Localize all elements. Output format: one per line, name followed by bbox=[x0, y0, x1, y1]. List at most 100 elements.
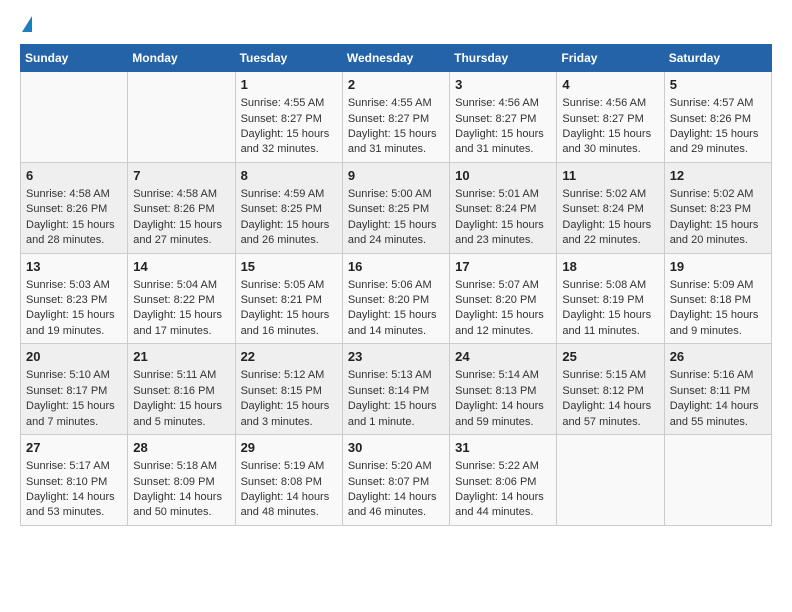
day-number: 29 bbox=[241, 439, 337, 457]
day-info-line: Sunrise: 5:06 AM bbox=[348, 278, 444, 293]
calendar-cell: 12Sunrise: 5:02 AMSunset: 8:23 PMDayligh… bbox=[664, 162, 771, 253]
day-info-line: Daylight: 15 hours and 5 minutes. bbox=[133, 399, 229, 430]
day-info-line: Daylight: 15 hours and 12 minutes. bbox=[455, 308, 551, 339]
calendar-cell: 18Sunrise: 5:08 AMSunset: 8:19 PMDayligh… bbox=[557, 253, 664, 344]
day-info-line: Sunset: 8:21 PM bbox=[241, 293, 337, 308]
day-number: 24 bbox=[455, 348, 551, 366]
day-info-line: Daylight: 15 hours and 30 minutes. bbox=[562, 127, 658, 158]
day-number: 15 bbox=[241, 258, 337, 276]
day-info-line: Sunrise: 5:11 AM bbox=[133, 368, 229, 383]
day-info-line: Daylight: 15 hours and 28 minutes. bbox=[26, 218, 122, 249]
day-header-friday: Friday bbox=[557, 45, 664, 72]
day-header-sunday: Sunday bbox=[21, 45, 128, 72]
day-info-line: Daylight: 15 hours and 7 minutes. bbox=[26, 399, 122, 430]
day-info-line: Daylight: 15 hours and 14 minutes. bbox=[348, 308, 444, 339]
day-info-line: Sunrise: 5:08 AM bbox=[562, 278, 658, 293]
calendar-cell: 21Sunrise: 5:11 AMSunset: 8:16 PMDayligh… bbox=[128, 344, 235, 435]
day-info-line: Sunset: 8:09 PM bbox=[133, 475, 229, 490]
day-info-line: Sunrise: 5:05 AM bbox=[241, 278, 337, 293]
day-info-line: Daylight: 15 hours and 3 minutes. bbox=[241, 399, 337, 430]
day-info-line: Sunrise: 5:07 AM bbox=[455, 278, 551, 293]
day-info-line: Daylight: 14 hours and 44 minutes. bbox=[455, 490, 551, 521]
day-info-line: Daylight: 15 hours and 11 minutes. bbox=[562, 308, 658, 339]
day-info-line: Daylight: 15 hours and 1 minute. bbox=[348, 399, 444, 430]
day-info-line: Sunset: 8:15 PM bbox=[241, 384, 337, 399]
calendar-cell: 27Sunrise: 5:17 AMSunset: 8:10 PMDayligh… bbox=[21, 435, 128, 526]
calendar-cell: 17Sunrise: 5:07 AMSunset: 8:20 PMDayligh… bbox=[450, 253, 557, 344]
day-number: 2 bbox=[348, 76, 444, 94]
day-number: 10 bbox=[455, 167, 551, 185]
day-number: 27 bbox=[26, 439, 122, 457]
day-number: 21 bbox=[133, 348, 229, 366]
day-info-line: Sunrise: 4:56 AM bbox=[562, 96, 658, 111]
calendar-cell: 24Sunrise: 5:14 AMSunset: 8:13 PMDayligh… bbox=[450, 344, 557, 435]
calendar-cell bbox=[21, 72, 128, 163]
day-info-line: Sunset: 8:10 PM bbox=[26, 475, 122, 490]
day-info-line: Daylight: 15 hours and 31 minutes. bbox=[455, 127, 551, 158]
day-info-line: Sunset: 8:18 PM bbox=[670, 293, 766, 308]
day-info-line: Sunrise: 5:15 AM bbox=[562, 368, 658, 383]
day-info-line: Sunset: 8:27 PM bbox=[348, 112, 444, 127]
days-of-week-row: SundayMondayTuesdayWednesdayThursdayFrid… bbox=[21, 45, 772, 72]
day-number: 20 bbox=[26, 348, 122, 366]
calendar-cell: 19Sunrise: 5:09 AMSunset: 8:18 PMDayligh… bbox=[664, 253, 771, 344]
calendar-cell: 31Sunrise: 5:22 AMSunset: 8:06 PMDayligh… bbox=[450, 435, 557, 526]
day-number: 30 bbox=[348, 439, 444, 457]
calendar-cell: 2Sunrise: 4:55 AMSunset: 8:27 PMDaylight… bbox=[342, 72, 449, 163]
day-info-line: Daylight: 15 hours and 29 minutes. bbox=[670, 127, 766, 158]
week-row-5: 27 Sunrise: 5:17 AMSunset: 8:10 PM Dayligh… bbox=[21, 435, 772, 526]
week-row-3: 13Sunrise: 5:03 AMSunset: 8:23 PMDayligh… bbox=[21, 253, 772, 344]
day-number: 12 bbox=[670, 167, 766, 185]
calendar-cell: 30Sunrise: 5:20 AMSunset: 8:07 PMDayligh… bbox=[342, 435, 449, 526]
day-info-line: Sunset: 8:25 PM bbox=[241, 202, 337, 217]
day-info-line: Sunset: 8:27 PM bbox=[562, 112, 658, 127]
day-info-line: Sunrise: 5:04 AM bbox=[133, 278, 229, 293]
calendar-cell: 23Sunrise: 5:13 AMSunset: 8:14 PMDayligh… bbox=[342, 344, 449, 435]
day-number: 16 bbox=[348, 258, 444, 276]
calendar-cell: 4Sunrise: 4:56 AMSunset: 8:27 PMDaylight… bbox=[557, 72, 664, 163]
calendar-cell: 14Sunrise: 5:04 AMSunset: 8:22 PMDayligh… bbox=[128, 253, 235, 344]
day-number: 14 bbox=[133, 258, 229, 276]
day-info-line: Daylight: 15 hours and 22 minutes. bbox=[562, 218, 658, 249]
day-info-line: Sunset: 8:27 PM bbox=[455, 112, 551, 127]
calendar-cell: 29Sunrise: 5:19 AMSunset: 8:08 PMDayligh… bbox=[235, 435, 342, 526]
day-info-line: Sunrise: 5:20 AM bbox=[348, 459, 444, 474]
day-info-line: Sunrise: 5:00 AM bbox=[348, 187, 444, 202]
day-number: 31 bbox=[455, 439, 551, 457]
day-info-line: Sunset: 8:25 PM bbox=[348, 202, 444, 217]
calendar-cell: 13Sunrise: 5:03 AMSunset: 8:23 PMDayligh… bbox=[21, 253, 128, 344]
day-info-line: Sunrise: 5:22 AM bbox=[455, 459, 551, 474]
day-number: 5 bbox=[670, 76, 766, 94]
calendar-cell: 16Sunrise: 5:06 AMSunset: 8:20 PMDayligh… bbox=[342, 253, 449, 344]
day-info-line: Daylight: 14 hours and 50 minutes. bbox=[133, 490, 229, 521]
day-info-line: Sunset: 8:20 PM bbox=[455, 293, 551, 308]
day-info-line: Sunrise: 5:17 AM bbox=[26, 459, 122, 474]
calendar-cell: 9 Sunrise: 5:00 AMSunset: 8:25 PMDaylight… bbox=[342, 162, 449, 253]
day-number: 28 bbox=[133, 439, 229, 457]
day-info-line: Sunset: 8:17 PM bbox=[26, 384, 122, 399]
day-info-line: Sunset: 8:12 PM bbox=[562, 384, 658, 399]
day-number: 19 bbox=[670, 258, 766, 276]
week-row-2: 6Sunrise: 4:58 AMSunset: 8:26 PMDaylight… bbox=[21, 162, 772, 253]
day-number: 9 bbox=[348, 167, 444, 185]
day-number: 26 bbox=[670, 348, 766, 366]
day-number: 6 bbox=[26, 167, 122, 185]
day-info-line: Sunrise: 5:01 AM bbox=[455, 187, 551, 202]
day-info-line: Daylight: 15 hours and 23 minutes. bbox=[455, 218, 551, 249]
day-info-line: Sunrise: 5:09 AM bbox=[670, 278, 766, 293]
day-header-tuesday: Tuesday bbox=[235, 45, 342, 72]
day-info-line: Sunrise: 4:58 AM bbox=[133, 187, 229, 202]
calendar-cell: 5Sunrise: 4:57 AMSunset: 8:26 PMDaylight… bbox=[664, 72, 771, 163]
calendar-cell: 20 Sunrise: 5:10 AMSunset: 8:17 PMDayligh… bbox=[21, 344, 128, 435]
day-info-line: Daylight: 15 hours and 24 minutes. bbox=[348, 218, 444, 249]
calendar-cell: 1Sunrise: 4:55 AMSunset: 8:27 PMDaylight… bbox=[235, 72, 342, 163]
day-info-line: Sunrise: 5:10 AM bbox=[26, 368, 122, 383]
day-number: 22 bbox=[241, 348, 337, 366]
day-info-line: Sunrise: 5:12 AM bbox=[241, 368, 337, 383]
day-info-line: Daylight: 14 hours and 59 minutes. bbox=[455, 399, 551, 430]
day-info-line: Sunset: 8:11 PM bbox=[670, 384, 766, 399]
calendar-cell: 22 Sunrise: 5:12 AMSunset: 8:15 PMDayligh… bbox=[235, 344, 342, 435]
week-row-4: 20Sunrise: 5:10 AMSunset: 8:17 PMDayligh… bbox=[21, 344, 772, 435]
day-info-line: Daylight: 14 hours and 55 minutes. bbox=[670, 399, 766, 430]
day-info-line: Sunrise: 4:55 AM bbox=[348, 96, 444, 111]
